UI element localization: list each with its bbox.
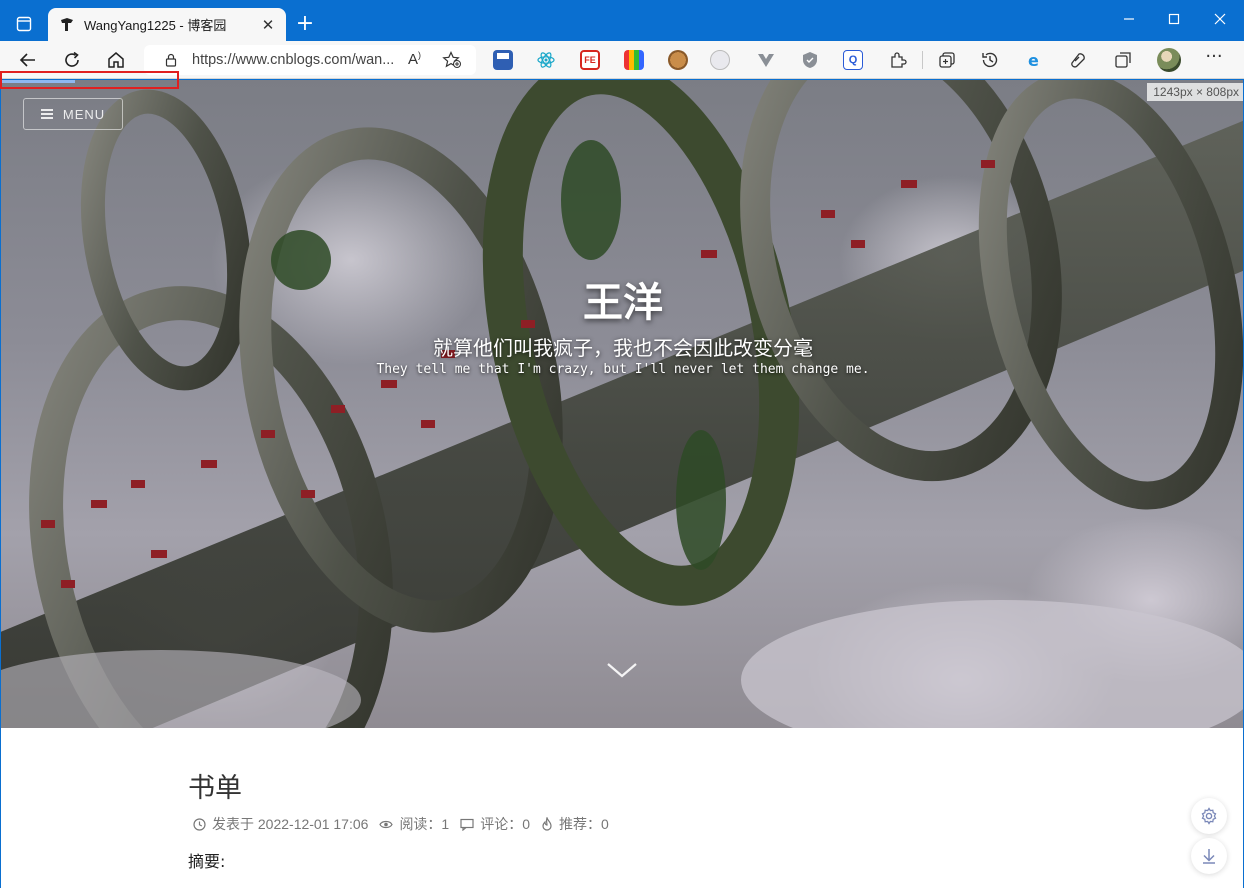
comment-icon	[460, 818, 474, 831]
hamburger-icon	[40, 109, 53, 119]
post-meta: 发表于 2022-12-01 17:06 阅读：1 评论：0 推荐：0	[193, 814, 620, 834]
lock-icon	[165, 53, 177, 67]
svg-text:e: e	[1028, 51, 1039, 70]
tab-close-icon[interactable]: ✕	[260, 17, 276, 33]
address-bar[interactable]: https://www.cnblogs.com/wan... A)	[144, 45, 476, 75]
cookie-extension-icon[interactable]	[668, 50, 688, 70]
scroll-down-chevron-icon[interactable]	[606, 658, 638, 682]
settings-gear-icon[interactable]	[1191, 798, 1227, 834]
title-bar: WangYang1225 - 博客园 ✕ +	[0, 0, 1244, 41]
menu-button[interactable]: MENU	[23, 98, 123, 130]
blog-subtitle-en: They tell me that I'm crazy, but I'll ne…	[376, 362, 870, 377]
back-icon[interactable]	[14, 46, 42, 74]
blog-title: 王洋	[583, 279, 663, 326]
browser-toolbar: https://www.cnblogs.com/wan... A) FE Q e…	[0, 41, 1244, 79]
search-extension-icon[interactable]: Q	[843, 50, 863, 70]
close-window-button[interactable]	[1198, 8, 1242, 34]
comments-text[interactable]: 评论：0	[480, 814, 530, 834]
eye-icon	[379, 820, 394, 828]
highlight-annotation-box	[0, 71, 179, 89]
cnblogs-favicon-icon	[58, 16, 76, 34]
maximize-button[interactable]	[1152, 8, 1196, 34]
extensions-puzzle-icon[interactable]	[888, 50, 908, 70]
internet-explorer-mode-icon[interactable]: e	[1025, 50, 1045, 70]
hero-banner: 1243px × 808px MENU 王洋 就算他们叫我疯子，我也不会因此改变…	[1, 80, 1243, 728]
meta-recommends: 推荐：0	[541, 814, 609, 834]
post-title[interactable]: 书单	[188, 766, 242, 805]
history-icon[interactable]	[980, 50, 1000, 70]
browser-window: WangYang1225 - 博客园 ✕ + https://www.cnblo…	[0, 0, 1244, 888]
minimize-button[interactable]	[1107, 8, 1151, 34]
meta-comments: 评论：0	[460, 814, 530, 834]
clock-icon	[193, 817, 206, 831]
collections-icon[interactable]	[937, 50, 957, 70]
meta-published: 发表于 2022-12-01 17:06	[193, 814, 368, 834]
add-favorite-icon[interactable]	[442, 51, 462, 69]
tab-actions-icon[interactable]	[10, 10, 38, 38]
scroll-to-bottom-icon[interactable]	[1191, 838, 1227, 874]
published-text: 发表于 2022-12-01 17:06	[212, 816, 369, 832]
profile-avatar[interactable]	[1157, 48, 1181, 72]
home-icon[interactable]	[102, 46, 130, 74]
react-extension-icon[interactable]	[536, 50, 556, 70]
post-article: 书单 发表于 2022-12-01 17:06 阅读：1 评论：0 推荐：0 摘…	[167, 728, 1075, 888]
fire-icon	[542, 817, 552, 831]
toolbar-separator	[922, 51, 923, 69]
tab-title: WangYang1225 - 博客园	[84, 18, 227, 33]
split-screen-icon[interactable]	[1113, 50, 1133, 70]
url-text: https://www.cnblogs.com/wan...	[192, 52, 395, 68]
vue-extension-icon[interactable]	[756, 50, 776, 70]
meta-reads: 阅读：1	[379, 814, 449, 834]
new-tab-button[interactable]: +	[292, 12, 318, 38]
browser-essentials-icon[interactable]	[1068, 50, 1088, 70]
refresh-icon[interactable]	[58, 46, 86, 74]
read-aloud-icon[interactable]: A)	[408, 50, 421, 68]
shield-extension-icon[interactable]	[800, 50, 820, 70]
blog-subtitle-cn: 就算他们叫我疯子，我也不会因此改变分毫	[433, 336, 813, 360]
recommends-text: 推荐：0	[559, 816, 609, 832]
save-extension-icon[interactable]	[493, 50, 513, 70]
more-options-icon[interactable]: ···	[1204, 48, 1224, 70]
menu-label: MENU	[62, 106, 106, 122]
fe-helper-extension-icon[interactable]: FE	[580, 50, 600, 70]
color-picker-extension-icon[interactable]	[624, 50, 644, 70]
browser-tab[interactable]: WangYang1225 - 博客园 ✕	[48, 8, 286, 41]
viewport-size-label: 1243px × 808px	[1147, 83, 1243, 101]
reads-text: 阅读：1	[399, 816, 450, 832]
page-viewport: 1243px × 808px MENU 王洋 就算他们叫我疯子，我也不会因此改变…	[0, 80, 1244, 888]
hero-background-image	[1, 80, 1243, 728]
summary-label: 摘要:	[188, 852, 226, 871]
settings-extension-icon[interactable]	[710, 50, 730, 70]
